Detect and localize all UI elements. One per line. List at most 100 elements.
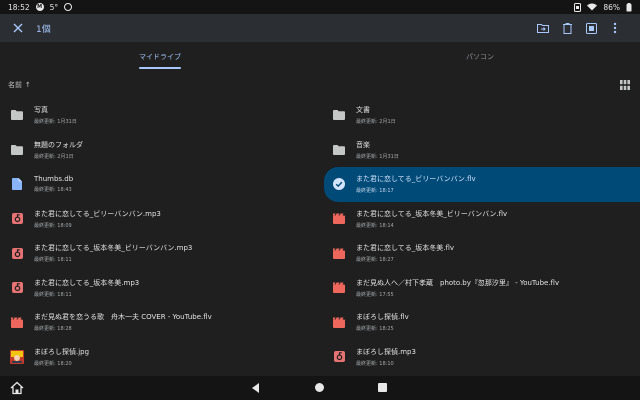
power-icon [64,3,73,11]
file-last-modified: 最終更新: 2月1日 [356,119,396,126]
file-item[interactable]: また君に恋してる_坂本冬美_ビリーバンバン.mp3 最終更新: 18:11 [0,236,320,271]
file-last-modified: 最終更新: 18:10 [356,360,394,367]
wifi-icon [587,3,598,11]
file-name: また君に恋してる_坂本冬美.mp3 [34,278,140,287]
video-file-icon [332,246,346,260]
grid-view-icon [620,80,630,90]
tab-computers[interactable]: パソコン [320,42,640,72]
file-item[interactable]: まだ見ぬ君を恋うる歌 舟木一夫 COVER - YouTube.flv 最終更新:… [0,305,320,340]
file-name: まぼろし探偵.jpg [34,347,90,356]
status-temperature: 5° [49,2,59,12]
file-item[interactable]: また君に恋してる_坂本冬美_ビリーバンバン.flv 最終更新: 18:14 [320,202,640,237]
file-last-modified: 最終更新: 1月31日 [34,119,77,126]
file-name: まぼろし探偵.flv [356,313,409,322]
app-notification-icon: M [35,3,44,11]
audio-file-icon [10,212,24,226]
tab-my-drive[interactable]: マイドライブ [0,42,320,72]
move-to-folder-button[interactable] [534,19,552,37]
folder-icon [10,143,24,157]
house-icon[interactable] [10,381,24,395]
audio-file-icon [332,350,346,364]
image-thumbnail-icon [10,349,24,364]
video-file-icon [10,315,24,329]
file-last-modified: 最終更新: 18:27 [356,257,394,264]
video-file-icon [332,315,346,329]
file-last-modified: 最終更新: 18:11 [34,257,72,264]
more-options-button[interactable] [606,19,624,37]
document-icon [10,177,24,191]
file-last-modified: 最終更新: 18:20 [34,360,72,367]
file-name: 音楽 [356,140,370,149]
file-last-modified: 最終更新: 17:55 [356,291,394,298]
file-name: まぼろし探偵.mp3 [356,347,416,356]
file-name: Thumbs.db [34,175,74,184]
video-file-icon [332,281,346,295]
folder-icon [10,108,24,122]
battery-icon [626,2,632,11]
select-all-button[interactable] [582,19,600,37]
close-icon [13,23,23,33]
file-item[interactable]: まぼろし探偵.mp3 最終更新: 18:10 [320,340,640,375]
file-item[interactable]: また君に恋してる_ビリーバンバン.flv 最終更新: 18:17 [324,167,640,202]
file-last-modified: 最終更新: 18:17 [356,188,394,195]
battery-percent: 86% [603,2,620,12]
sort-row: 名前 ↑ [0,76,640,94]
audio-file-icon [10,281,24,295]
file-item[interactable]: また君に恋してる_坂本冬美.mp3 最終更新: 18:11 [0,271,320,306]
sort-by-name-button[interactable]: 名前 [8,80,22,90]
file-name: 無題のフォルダ [34,140,83,149]
tab-label: パソコン [466,53,494,61]
select-all-icon [585,22,597,34]
close-selection-button[interactable] [8,18,28,38]
video-file-icon [332,212,346,226]
selection-count: 1個 [36,24,51,35]
sort-direction-icon[interactable]: ↑ [25,81,31,89]
file-name: 文書 [356,106,370,115]
file-name: まだ見ぬ君を恋うる歌 舟木一夫 COVER - YouTube.flv [34,313,212,322]
folder-item[interactable]: 無題のフォルダ 最終更新: 2月1日 [0,133,320,168]
grid-view-button[interactable] [618,78,632,92]
file-last-modified: 最終更新: 1月31日 [356,153,399,160]
back-icon[interactable] [250,382,262,394]
move-to-folder-icon [537,24,549,33]
file-item[interactable]: まぼろし探偵.jpg 最終更新: 18:20 [0,340,320,375]
file-item[interactable]: また君に恋してる_ビリーバンバン.mp3 最終更新: 18:09 [0,202,320,237]
selection-toolbar: 1個 [0,14,640,42]
sim-icon [574,2,582,12]
check-circle-icon [332,177,346,191]
folder-item[interactable]: 文書最終更新: 2月1日 [320,98,640,133]
drive-tabs: マイドライブ パソコン [0,42,640,72]
file-last-modified: 最終更新: 18:14 [356,222,394,229]
file-name: また君に恋してる_ビリーバンバン.flv [356,175,476,184]
file-item[interactable]: まぼろし探偵.flv 最終更新: 18:25 [320,305,640,340]
status-bar: 18:52 M 5° 86% [0,0,640,14]
file-name: まだ見ぬ人へ／村下孝蔵 photo.by『忽那汐里』 - YouTube.flv [356,278,560,287]
delete-button[interactable] [558,19,576,37]
file-last-modified: 最終更新: 18:11 [34,291,72,298]
file-name: また君に恋してる_ビリーバンバン.mp3 [34,209,161,218]
file-list: 写真 最終更新: 1月31日 文書 最終更新: 2月1日 無題のフォルダ 最終更新: 2月… [0,98,640,376]
status-time: 18:52 [8,2,30,12]
tab-indicator [139,67,181,69]
folder-item[interactable]: 写真 最終更新: 1月31日 [0,98,320,133]
file-name: また君に恋してる_坂本冬美_ビリーバンバン.flv [356,209,508,218]
file-item[interactable]: まだ見ぬ人へ／村下孝蔵 photo.by『忽那汐里』 - YouTube.flv… [320,271,640,306]
file-item[interactable]: Thumbs.db 最終更新: 18:43 [0,167,320,202]
file-last-modified: 最終更新: 2月1日 [34,153,74,160]
more-vert-icon [613,22,617,34]
audio-file-icon [10,246,24,260]
folder-item[interactable]: 音楽最終更新: 1月31日 [320,133,640,168]
tab-label: マイドライブ [139,53,181,61]
file-last-modified: 最終更新: 18:09 [34,222,72,229]
file-item[interactable]: また君に恋してる_坂本冬美.flv 最終更新: 18:27 [320,236,640,271]
file-last-modified: 最終更新: 18:28 [34,326,72,333]
system-nav-bar [0,376,640,400]
file-name: また君に恋してる_坂本冬美_ビリーバンバン.mp3 [34,244,193,253]
file-last-modified: 最終更新: 18:25 [356,326,394,333]
recents-button[interactable] [378,383,387,392]
folder-icon [332,108,346,122]
file-last-modified: 最終更新: 18:43 [34,187,72,194]
delete-icon [562,22,572,34]
home-button[interactable] [315,383,324,392]
folder-icon [332,143,346,157]
